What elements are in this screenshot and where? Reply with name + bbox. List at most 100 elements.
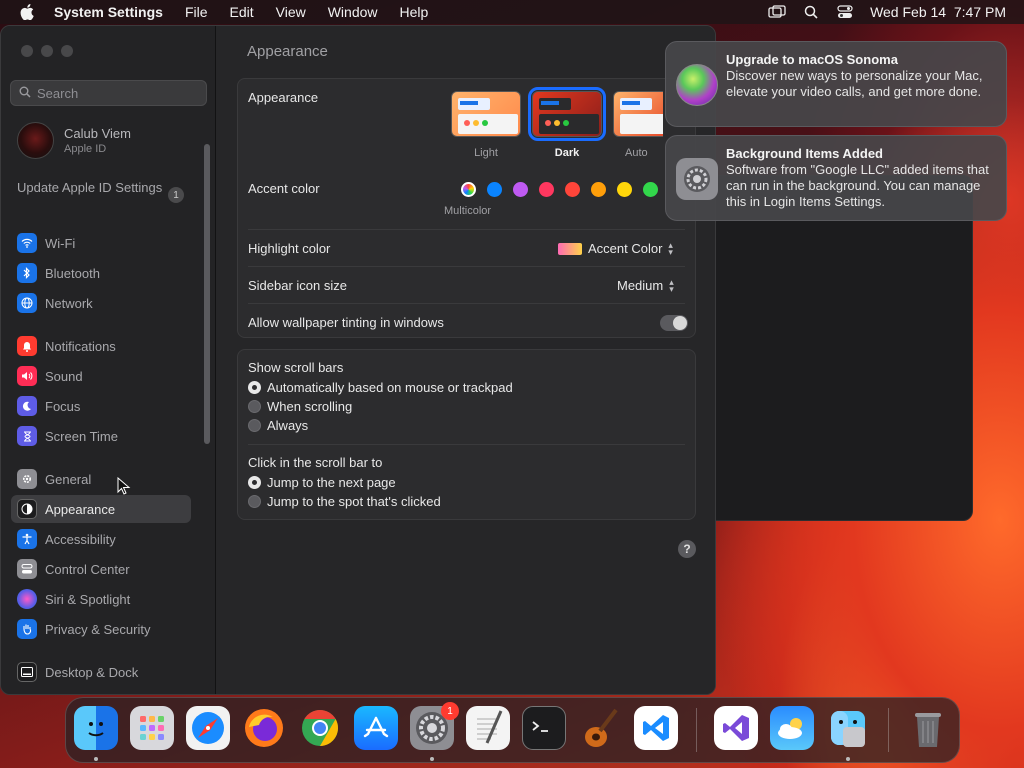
notification-upgrade-sonoma[interactable]: Upgrade to macOS Sonoma Discover new way… [665,41,1007,127]
sidebar-item-label: Sound [45,368,83,384]
sidebar-item-privacy-security[interactable]: Privacy & Security [11,615,191,643]
sidebar-item-appearance[interactable]: Appearance [11,495,191,523]
apple-menu-icon[interactable] [18,3,36,21]
accent-swatch-purple[interactable] [513,182,528,197]
radio-button[interactable] [248,419,261,432]
wallpaper-tinting-toggle[interactable] [660,315,688,331]
system-settings-badge: 1 [441,702,459,720]
theme-option-auto[interactable]: Auto [613,91,663,159]
finder-icon[interactable] [74,706,118,750]
page-title: Appearance [247,43,328,60]
close-window-button[interactable] [21,45,33,57]
sidebar-item-siri-spotlight[interactable]: Siri & Spotlight [11,585,191,613]
screen-mirroring-icon[interactable] [768,5,786,19]
minimize-window-button[interactable] [41,45,53,57]
multicolor-label: Multicolor [444,205,492,217]
menu-edit[interactable]: Edit [230,4,254,20]
menu-help[interactable]: Help [400,4,429,20]
terminal-icon[interactable] [522,706,566,750]
trash-icon[interactable] [906,706,950,750]
theme-option-dark[interactable]: Dark [528,87,606,159]
dock-separator [696,708,697,752]
sidebar-item-wifi[interactable]: Wi-Fi [11,229,191,257]
weather-icon[interactable] [770,706,814,750]
sidebar-item-desktop-dock[interactable]: Desktop & Dock [11,658,191,686]
menu-view[interactable]: View [276,4,306,20]
control-center-icon[interactable] [836,5,854,19]
sidebar-item-label: Network [45,295,93,311]
theme-label-light: Light [474,147,498,159]
accent-swatch-red[interactable] [565,182,580,197]
accent-swatch-multicolor[interactable] [461,182,476,197]
gear-icon [17,469,37,489]
light-theme-thumbnail [451,91,521,137]
sidebar-item-label: Siri & Spotlight [45,591,131,607]
preview-finder-icon[interactable] [826,706,870,750]
sidebar-item-general[interactable]: General [11,465,191,493]
menu-window[interactable]: Window [328,4,378,20]
radio-scroll-when-scrolling[interactable]: When scrolling [248,399,352,414]
apple-id-profile[interactable]: Calub Viem Apple ID [17,122,131,159]
zoom-window-button[interactable] [61,45,73,57]
sidebar: Calub Viem Apple ID Update Apple ID Sett… [1,26,216,694]
textedit-icon[interactable] [466,706,510,750]
sidebar-scrollbar[interactable] [204,144,210,444]
update-apple-id-settings[interactable]: Update Apple ID Settings [17,180,187,196]
radio-scroll-automatic[interactable]: Automatically based on mouse or trackpad [248,380,513,395]
sidebar-item-notifications[interactable]: Notifications [11,332,191,360]
radio-button[interactable] [248,400,261,413]
sidebar-item-label: Privacy & Security [45,621,151,637]
wifi-icon [17,233,37,253]
accent-swatch-orange[interactable] [591,182,606,197]
visual-studio-icon[interactable] [714,706,758,750]
sidebar-item-control-center[interactable]: Control Center [11,555,191,583]
search-input[interactable] [37,85,197,101]
radio-scroll-always[interactable]: Always [248,418,308,433]
accent-swatch-yellow[interactable] [617,182,632,197]
sidebar-item-screen-time[interactable]: Screen Time [11,422,191,450]
highlight-color-select[interactable]: Accent Color ▴ ▾ [558,240,673,256]
sidebar-item-label: General [45,471,92,487]
highlight-color-label: Highlight color [248,241,331,256]
sidebar-item-network[interactable]: Network [11,289,191,317]
radio-button[interactable] [248,495,261,508]
click-scroll-bar-label: Click in the scroll bar to [248,455,383,470]
sidebar-item-label: Bluetooth [45,265,100,281]
accent-swatch-pink[interactable] [539,182,554,197]
bluetooth-icon [17,263,37,283]
sidebar-search[interactable] [10,80,207,106]
sidebar-item-label: Screen Time [45,428,118,444]
chrome-icon[interactable] [298,706,342,750]
radio-jump-next-page[interactable]: Jump to the next page [248,475,396,490]
background-window[interactable] [700,175,973,521]
garageband-icon[interactable] [578,706,622,750]
sidebar-icon-size-select[interactable]: Medium ▴ ▾ [617,277,674,293]
radio-button[interactable] [248,476,261,489]
menu-app-name[interactable]: System Settings [54,4,163,20]
theme-option-light[interactable]: Light [451,91,521,159]
accent-swatch-green[interactable] [643,182,658,197]
sidebar-item-label: Notifications [45,338,116,354]
radio-label: Always [267,418,309,433]
sidebar-item-accessibility[interactable]: Accessibility [11,525,191,553]
spotlight-search-icon[interactable] [802,5,820,19]
accent-swatch-blue[interactable] [487,182,502,197]
wallpaper-tinting-label: Allow wallpaper tinting in windows [248,315,444,330]
sidebar-item-bluetooth[interactable]: Bluetooth [11,259,191,287]
help-button[interactable]: ? [678,540,696,558]
appearance-icon [17,499,37,519]
sidebar-item-focus[interactable]: Focus [11,392,191,420]
safari-icon[interactable] [186,706,230,750]
firefox-icon[interactable] [242,706,286,750]
sidebar-item-sound[interactable]: Sound [11,362,191,390]
app-store-icon[interactable] [354,706,398,750]
sidebar-item-label: Focus [45,398,81,414]
menu-file[interactable]: File [185,4,208,20]
notification-background-items[interactable]: Background Items Added Software from "Go… [665,135,1007,221]
launchpad-icon[interactable] [130,706,174,750]
radio-button[interactable] [248,381,261,394]
menu-clock[interactable]: Wed Feb 14 7:47 PM [870,4,1006,20]
dock-icon [17,662,37,682]
radio-jump-spot-clicked[interactable]: Jump to the spot that's clicked [248,494,441,509]
vscode-icon[interactable] [634,706,678,750]
